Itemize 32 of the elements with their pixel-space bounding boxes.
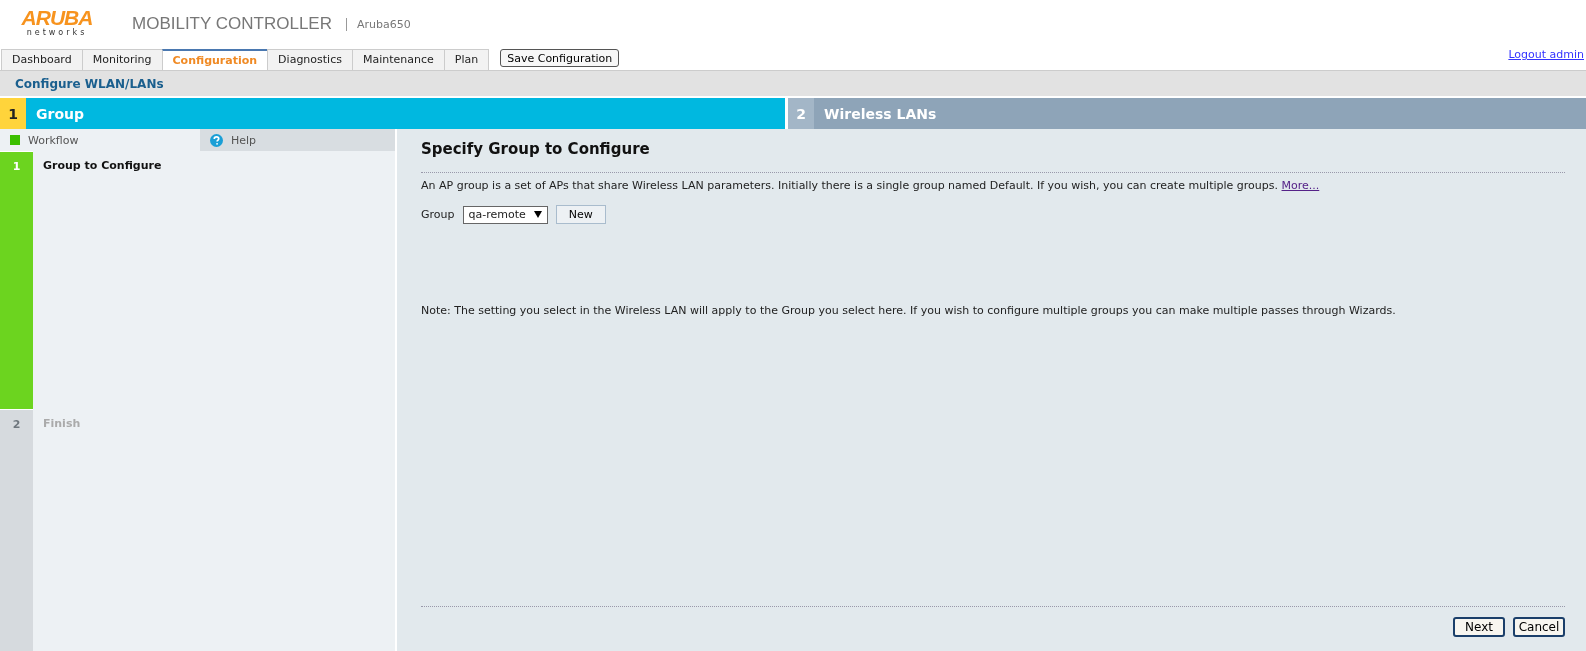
- logout-link[interactable]: Logout admin: [1508, 48, 1586, 61]
- nav-tab[interactable]: Monitoring: [81, 49, 163, 70]
- more-link[interactable]: More...: [1281, 179, 1320, 192]
- step-number: 1: [0, 151, 33, 409]
- nav-tab[interactable]: Diagnostics: [267, 49, 353, 70]
- new-button[interactable]: New: [555, 205, 606, 224]
- product-title: MOBILITY CONTROLLER: [132, 14, 332, 34]
- workflow-label: Workflow: [28, 133, 79, 147]
- footer-button[interactable]: Next: [1453, 617, 1505, 637]
- stage-label: Wireless LANs: [823, 104, 937, 124]
- section-title: Specify Group to Configure: [421, 140, 651, 160]
- device-name: Aruba650: [356, 17, 411, 31]
- workflow-step[interactable]: Group to Configure: [33, 151, 172, 181]
- save-configuration-button[interactable]: Save Configuration: [500, 49, 620, 67]
- nav-tab[interactable]: Maintenance: [351, 49, 445, 70]
- help-icon: [210, 133, 223, 147]
- stage-number: 2: [788, 98, 814, 129]
- footer-button[interactable]: Cancel: [1513, 617, 1565, 637]
- page-title: Configure WLAN/LANs: [15, 76, 164, 91]
- company-logo: ARUBA networks: [20, 7, 94, 37]
- dropdown-arrow-icon: [533, 211, 542, 218]
- stage-number: 1: [0, 98, 26, 129]
- help-tab[interactable]: Help: [200, 129, 395, 151]
- stage-label: Group: [35, 104, 84, 124]
- note-text: Note: The setting you select in the Wireless LAN will apply to the Group you select here. If you wish to configure multiple groups you can make multiple passes through Wizards.: [421, 304, 1397, 317]
- group-label: Group: [421, 208, 455, 221]
- description-text: An AP group is a set of APs that share Wireless LAN parameters. Initially there is a single group named Default. If you wish, you can create multiple groups. More...: [421, 179, 1321, 192]
- group-dropdown[interactable]: qa-remote: [462, 205, 548, 224]
- nav-tab[interactable]: Dashboard: [1, 49, 83, 70]
- step-number: 2: [0, 409, 33, 651]
- square-icon: [10, 135, 20, 145]
- nav-tab[interactable]: Plan: [443, 49, 490, 70]
